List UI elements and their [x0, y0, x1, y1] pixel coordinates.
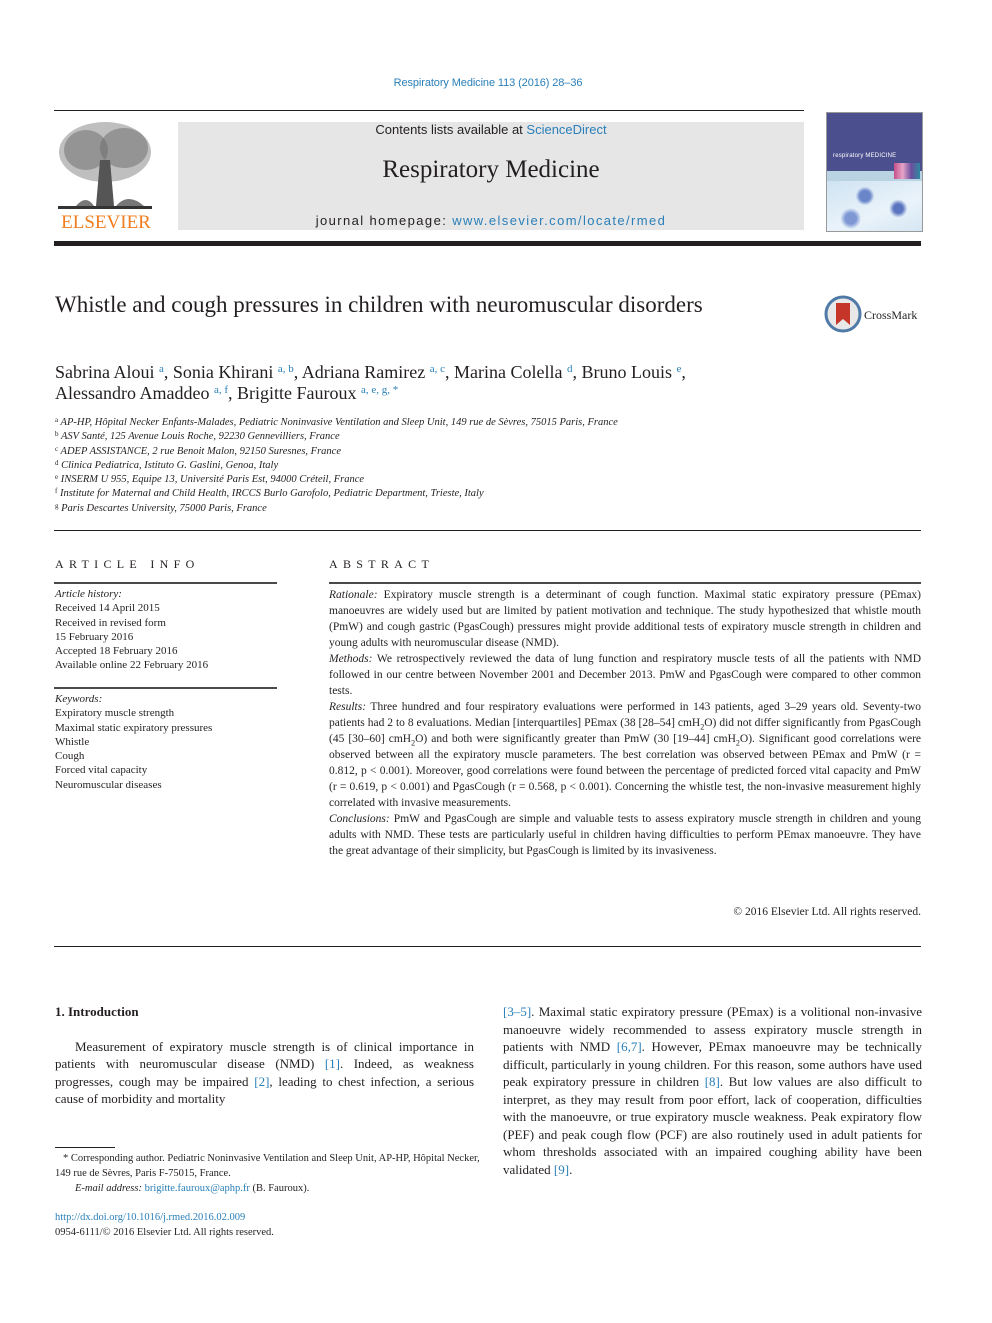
journal-cover-image[interactable]: respiratory MEDICINE	[826, 112, 923, 232]
journal-reference-link[interactable]: Respiratory Medicine 113 (2016) 28–36	[0, 77, 976, 89]
author-list: Sabrina Aloui a, Sonia Khirani a, b, Adr…	[55, 362, 686, 403]
author-name[interactable]: Sonia Khirani	[173, 362, 274, 382]
affiliation-marker[interactable]: a, e, g, *	[361, 384, 398, 396]
paragraph: Measurement of expiratory muscle strengt…	[55, 1038, 474, 1107]
affiliation: d Clinica Pediatrica, Istituto G. Gaslin…	[55, 458, 279, 471]
footnote: * Corresponding author. Pediatric Noninv…	[55, 1151, 485, 1196]
abstract-heading: ABSTRACT	[329, 557, 435, 571]
author-name[interactable]: Marina Colella	[454, 362, 562, 382]
top-rule	[54, 110, 804, 111]
history-label: Article history:	[55, 588, 122, 600]
elsevier-tree-icon	[58, 122, 152, 209]
journal-homepage-link[interactable]: www.elsevier.com/locate/rmed	[452, 213, 666, 228]
paragraph: [3–5]. Maximal static expiratory pressur…	[503, 1004, 923, 1177]
divider	[329, 582, 921, 584]
affiliation-marker[interactable]: a, f	[214, 384, 228, 396]
article-history: Article history: Received 14 April 2015 R…	[55, 587, 277, 673]
crossmark-badge[interactable]: CrossMark	[824, 295, 924, 335]
article-info-heading: ARTICLE INFO	[55, 557, 200, 571]
homepage-line: journal homepage: www.elsevier.com/locat…	[315, 213, 667, 228]
sciencedirect-link[interactable]: ScienceDirect	[526, 122, 606, 137]
footnote-rule	[55, 1147, 115, 1148]
email-line: E-mail address: brigitte.fauroux@aphp.fr…	[75, 1183, 310, 1194]
keyword: Cough	[55, 750, 85, 763]
keyword: Whistle	[55, 735, 90, 748]
citation-link[interactable]: [2]	[254, 1074, 269, 1089]
keyword: Neuromuscular diseases	[55, 778, 162, 791]
author-name[interactable]: Sabrina Aloui	[55, 362, 155, 382]
issn-line: 0954-6111/© 2016 Elsevier Ltd. All right…	[55, 1227, 274, 1238]
affiliation: c ADEP ASSISTANCE, 2 rue Benoit Malon, 9…	[55, 444, 342, 457]
abstract-copyright: © 2016 Elsevier Ltd. All rights reserved…	[733, 906, 921, 918]
keyword: Forced vital capacity	[55, 764, 148, 777]
author-name[interactable]: Brigitte Fauroux	[237, 383, 357, 403]
author-name[interactable]: Alessandro Amaddeo	[55, 383, 209, 403]
affiliation-marker[interactable]: a, b	[278, 363, 294, 375]
journal-banner: Contents lists available at ScienceDirec…	[178, 122, 804, 230]
citation-link[interactable]: [6,7]	[617, 1039, 642, 1054]
affiliation: f Institute for Maternal and Child Healt…	[55, 487, 484, 500]
header-divider	[54, 241, 921, 246]
history-item: 15 February 2016	[55, 630, 134, 643]
abstract-conclusions: Conclusions: PmW and PgasCough are simpl…	[329, 813, 921, 857]
affiliation: b ASV Santé, 125 Avenue Louis Roche, 922…	[55, 430, 340, 443]
body-column-left: 1. Introduction Measurement of expirator…	[55, 1003, 474, 1108]
citation-link[interactable]: [3–5]	[503, 1004, 531, 1019]
doi-link[interactable]: http://dx.doi.org/10.1016/j.rmed.2016.02…	[55, 1212, 245, 1223]
divider	[54, 582, 277, 584]
affiliation-marker[interactable]: a, c	[430, 363, 445, 375]
divider	[54, 687, 277, 689]
affiliation-list: a AP-HP, Hôpital Necker Enfants-Malades,…	[55, 416, 915, 516]
divider	[54, 530, 921, 531]
keyword: Maximal static expiratory pressures	[55, 721, 213, 734]
author-name[interactable]: Bruno Louis	[581, 362, 672, 382]
keywords-label: Keywords:	[55, 693, 103, 705]
abstract-methods: Methods: We retrospectively reviewed the…	[329, 653, 921, 697]
article-title: Whistle and cough pressures in children …	[55, 292, 703, 317]
keyword: Expiratory muscle strength	[55, 707, 175, 720]
citation-link[interactable]: [9]	[554, 1162, 569, 1177]
abstract-results: Results: Three hundred and four respirat…	[329, 701, 922, 809]
contents-line: Contents lists available at ScienceDirec…	[375, 122, 607, 137]
elsevier-logo[interactable]: ELSEVIER	[54, 118, 158, 234]
corresponding-author-note: * Corresponding author. Pediatric Noninv…	[55, 1153, 480, 1179]
crossmark-icon	[824, 295, 862, 333]
citation-link[interactable]: [1]	[325, 1056, 340, 1071]
cover-title: respiratory MEDICINE	[833, 153, 897, 159]
elsevier-wordmark: ELSEVIER	[61, 212, 151, 233]
citation-link[interactable]: [8]	[705, 1074, 720, 1089]
affiliation: a AP-HP, Hôpital Necker Enfants-Malades,…	[55, 416, 618, 429]
affiliation: e INSERM U 955, Equipe 13, Université Pa…	[55, 473, 365, 486]
history-item: Received 14 April 2015	[55, 602, 160, 615]
doi-block: http://dx.doi.org/10.1016/j.rmed.2016.02…	[55, 1210, 274, 1240]
journal-name: Respiratory Medicine	[382, 156, 600, 183]
history-item: Accepted 18 February 2016	[55, 645, 178, 658]
abstract-body: Rationale: Expiratory muscle strength is…	[329, 587, 921, 859]
author-name[interactable]: Adriana Ramirez	[302, 362, 425, 382]
abstract-rationale: Rationale: Expiratory muscle strength is…	[329, 589, 921, 649]
divider	[54, 946, 921, 947]
section-heading: 1. Introduction	[55, 1004, 139, 1019]
keywords: Keywords: Expiratory muscle strength Maxi…	[55, 692, 277, 792]
history-item: Received in revised form	[55, 616, 166, 629]
crossmark-label: CrossMark	[864, 308, 918, 322]
affiliation: g Paris Descartes University, 75000 Pari…	[55, 501, 267, 514]
email-link[interactable]: brigitte.fauroux@aphp.fr	[145, 1183, 250, 1194]
body-column-right: [3–5]. Maximal static expiratory pressur…	[503, 1003, 922, 1178]
history-item: Available online 22 February 2016	[55, 659, 209, 672]
